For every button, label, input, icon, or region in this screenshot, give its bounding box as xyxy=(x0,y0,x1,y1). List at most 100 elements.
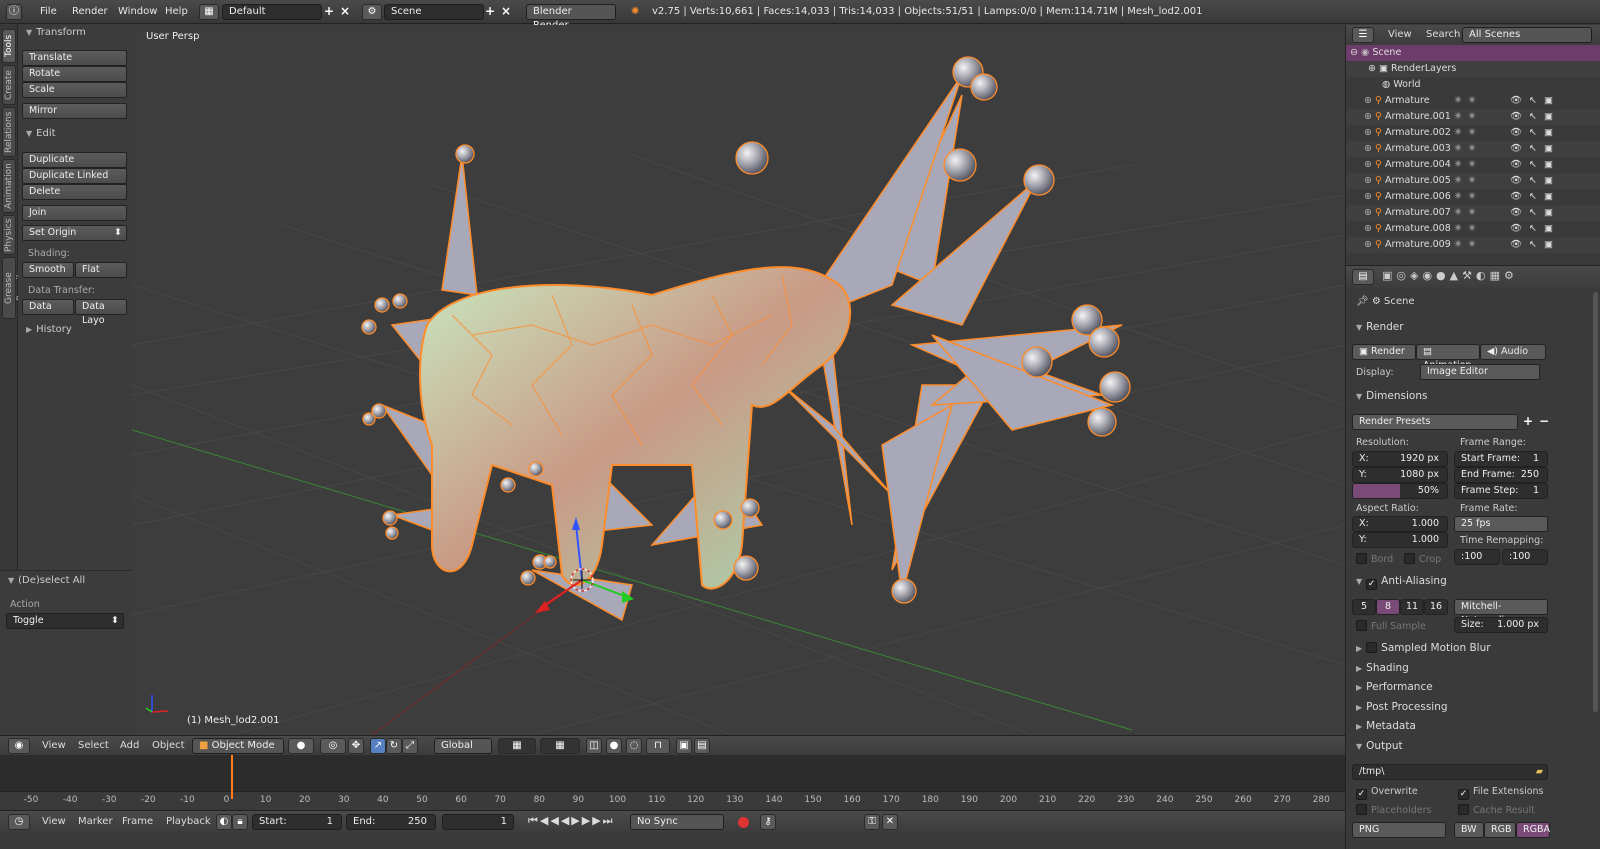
expand-icon[interactable]: ⊕ xyxy=(1364,159,1372,170)
keying-set-icon[interactable]: ⚷ xyxy=(760,814,776,830)
outliner-item-armature[interactable]: ⊕ ⚲ Armature.001 ✳✳ 👁︎↖▣ xyxy=(1346,109,1600,125)
expand-icon[interactable]: ⊕ xyxy=(1364,143,1372,154)
aa-sample-button[interactable]: 16 xyxy=(1424,599,1448,615)
aa-sample-button[interactable]: 11 xyxy=(1400,599,1424,615)
expand-icon[interactable]: ⊕ xyxy=(1364,175,1372,186)
outliner-menu-view[interactable]: View xyxy=(1388,28,1412,42)
scene-selector[interactable]: Scene xyxy=(384,4,484,20)
duplicate-button[interactable]: Duplicate xyxy=(22,152,127,168)
tl-menu-view[interactable]: View xyxy=(42,815,66,829)
border-checkbox[interactable]: Bord xyxy=(1356,553,1393,565)
scene-icon[interactable]: ⚙ xyxy=(362,4,382,20)
render-panel-header[interactable]: ▼ Render xyxy=(1346,317,1404,337)
outliner-display-select[interactable]: All Scenes xyxy=(1462,27,1592,43)
start-frame-field[interactable]: Start: 1 xyxy=(252,814,342,830)
transform-panel-header[interactable]: ▼ Transform xyxy=(26,27,86,38)
frame-step-prop[interactable]: Frame Step: 1 xyxy=(1454,483,1548,499)
tab-animation[interactable]: Animation xyxy=(2,159,16,213)
playback-controls[interactable]: ⏮◀◀◀▶▶▶⏭ xyxy=(528,814,615,828)
editor-type-icon[interactable]: ◉ xyxy=(8,738,30,754)
tab-physics[interactable]: Physics xyxy=(2,215,16,255)
expand-icon[interactable]: ⊕ xyxy=(1364,191,1372,202)
current-frame-field[interactable]: 1 xyxy=(442,814,514,830)
outliner-item-armature[interactable]: ⊕ ⚲ Armature.008 ✳✳ 👁︎↖▣ xyxy=(1346,221,1600,237)
outliner-editor-icon[interactable]: ☰ xyxy=(1352,27,1374,43)
rotate-button[interactable]: Rotate xyxy=(22,66,127,82)
visibility-toggles[interactable]: 👁︎↖▣ xyxy=(1510,141,1560,157)
join-button[interactable]: Join xyxy=(22,205,127,221)
anti-aliasing-panel-header[interactable]: ▼ ✓ Anti-Aliasing xyxy=(1346,571,1447,591)
info-editor-icon[interactable]: ⓘ xyxy=(6,4,22,20)
set-origin-button[interactable]: Set Origin ⬍ xyxy=(22,225,127,241)
visibility-toggles[interactable]: 👁︎↖▣ xyxy=(1510,125,1560,141)
action-select[interactable]: Toggle ⬍ xyxy=(6,613,124,629)
post-processing-panel-header[interactable]: ▶ Post Processing xyxy=(1346,697,1448,717)
menu-select[interactable]: Select xyxy=(78,739,109,753)
pivot-point-icon[interactable]: ◎ xyxy=(320,738,346,754)
data-button[interactable]: Data xyxy=(22,299,74,315)
outliner-item-world[interactable]: ◍ World xyxy=(1346,77,1600,93)
visibility-toggles[interactable]: 👁︎↖▣ xyxy=(1510,221,1560,237)
tab-tools[interactable]: Tools xyxy=(2,29,16,63)
dimensions-panel-header[interactable]: ▼ Dimensions xyxy=(1346,386,1427,406)
menu-help[interactable]: Help xyxy=(165,4,188,20)
data-layout-button[interactable]: Data Layo xyxy=(75,299,127,326)
mirror-button[interactable]: Mirror xyxy=(22,103,127,119)
translate-button[interactable]: Translate xyxy=(22,50,127,66)
operator-title[interactable]: ▼ (De)select All xyxy=(8,575,85,586)
scale-button[interactable]: Scale xyxy=(22,82,127,98)
timeline-editor-icon[interactable]: ◷ xyxy=(8,814,30,830)
outliner-item-renderlayers[interactable]: ⊕ ▣ RenderLayers xyxy=(1346,61,1600,77)
visibility-toggles[interactable]: 👁︎↖▣ xyxy=(1510,205,1560,221)
translate-manipulator-icon[interactable]: ↗ xyxy=(370,738,386,754)
motion-blur-panel-header[interactable]: ▶ Sampled Motion Blur xyxy=(1346,638,1491,658)
lock-range-icon[interactable]: 🔒︎ xyxy=(232,814,248,830)
menu-view[interactable]: View xyxy=(42,739,66,753)
aa-sample-button[interactable]: 8 xyxy=(1376,599,1400,615)
expand-icon[interactable]: ⊕ xyxy=(1364,223,1372,234)
tab-relations[interactable]: Relations xyxy=(2,107,16,157)
start-frame-prop[interactable]: Start Frame: 1 xyxy=(1454,451,1548,467)
expand-icon[interactable]: ⊕ xyxy=(1364,95,1372,106)
render-engine-select[interactable]: Blender Render xyxy=(526,4,616,31)
visibility-toggles[interactable]: 👁︎↖▣ xyxy=(1510,157,1560,173)
layout-selector[interactable]: Default xyxy=(222,4,322,20)
display-select[interactable]: Image Editor xyxy=(1420,364,1540,380)
tl-menu-frame[interactable]: Frame xyxy=(122,815,153,829)
outliner-item-armature[interactable]: ⊕ ⚲ Armature.002 ✳✳ 👁︎↖▣ xyxy=(1346,125,1600,141)
snap-icon[interactable]: ⊓ xyxy=(646,738,670,754)
placeholders-checkbox[interactable]: Placeholders xyxy=(1356,804,1431,816)
color-rgba-button[interactable]: RGBA xyxy=(1516,822,1550,838)
aspect-x-field[interactable]: X: 1.000 xyxy=(1352,516,1448,532)
remove-scene-button[interactable]: × xyxy=(498,4,514,20)
resolution-y-field[interactable]: Y: 1080 px xyxy=(1352,467,1448,483)
remove-preset-button[interactable]: − xyxy=(1536,414,1552,430)
add-layout-button[interactable]: + xyxy=(321,4,337,20)
properties-context-icons[interactable]: ▣◎◈◉●▲⚒◐▦⚙ xyxy=(1382,269,1518,282)
manipulator-toggle-icon[interactable]: ✥ xyxy=(348,738,364,754)
add-preset-button[interactable]: + xyxy=(1520,414,1536,430)
shading-panel-header[interactable]: ▶ Shading xyxy=(1346,658,1409,678)
resolution-x-field[interactable]: X: 1920 px xyxy=(1352,451,1448,467)
sync-mode-select[interactable]: No Sync xyxy=(630,814,724,830)
opengl-anim-icon[interactable]: ▤ xyxy=(694,738,710,754)
output-panel-header[interactable]: ▼ Output xyxy=(1346,736,1403,756)
outliner-item-armature[interactable]: ⊕ ⚲ Armature.005 ✳✳ 👁︎↖▣ xyxy=(1346,173,1600,189)
layers-icon[interactable]: ▦ xyxy=(498,738,536,754)
tab-create[interactable]: Create xyxy=(2,65,16,105)
expand-icon[interactable]: ⊕ xyxy=(1364,207,1372,218)
render-presets-select[interactable]: Render Presets xyxy=(1352,414,1518,430)
proportional-edit-icon[interactable]: ◌ xyxy=(626,738,642,754)
visibility-toggles[interactable]: 👁︎↖▣ xyxy=(1510,189,1560,205)
tab-grease-pencil[interactable]: Grease Pencil xyxy=(2,257,26,319)
full-sample-checkbox[interactable]: Full Sample xyxy=(1356,620,1426,632)
audio-button[interactable]: ◀) Audio xyxy=(1480,344,1546,360)
render-preview-icon[interactable]: ● xyxy=(606,738,622,754)
tl-menu-playback[interactable]: Playback xyxy=(166,815,211,829)
smooth-button[interactable]: Smooth xyxy=(22,262,74,278)
crop-checkbox[interactable]: Crop xyxy=(1404,553,1441,565)
output-path-field[interactable]: /tmp\ ▰ xyxy=(1352,764,1548,780)
cache-result-checkbox[interactable]: Cache Result xyxy=(1458,804,1535,816)
lock-layers-icon[interactable]: ◫ xyxy=(586,738,602,754)
autokey-record-icon[interactable] xyxy=(738,817,749,828)
